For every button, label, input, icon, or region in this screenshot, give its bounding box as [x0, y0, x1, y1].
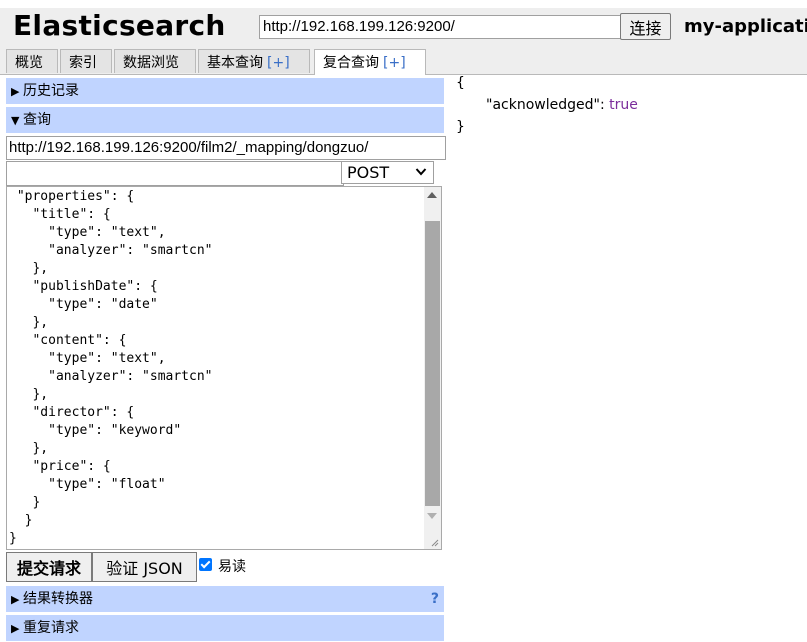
cluster-url-input[interactable]	[259, 15, 621, 39]
resize-grip-icon[interactable]	[429, 537, 439, 547]
request-body-editor[interactable]: "properties": { "title": { "type": "text…	[6, 186, 442, 550]
method-value: POST	[347, 163, 390, 182]
scroll-thumb[interactable]	[425, 221, 440, 506]
pretty-print-checkbox[interactable]	[199, 558, 212, 571]
tab-label: 概览	[15, 55, 43, 71]
help-link[interactable]: ?	[431, 586, 439, 612]
repeat-section-header[interactable]: ▶ 重复请求	[6, 615, 444, 641]
collapse-arrow-icon: ▼	[11, 114, 20, 127]
tab-label: 复合查询	[323, 55, 379, 71]
tab-add-link[interactable]: [+]	[383, 55, 406, 71]
request-body-text[interactable]: "properties": { "title": { "type": "text…	[9, 188, 213, 548]
cluster-name: my-application	[684, 16, 807, 37]
chevron-down-icon	[415, 162, 427, 189]
json-entry: "acknowledged": true	[456, 94, 638, 116]
tab-label: 基本查询	[207, 55, 263, 71]
app-title: Elasticsearch	[13, 9, 226, 42]
tab-overview[interactable]: 概览	[6, 49, 58, 73]
section-label: 查询	[23, 112, 51, 128]
json-brace: {	[456, 75, 465, 91]
history-section-header[interactable]: ▶ 历史记录	[6, 78, 444, 104]
tab-label: 数据浏览	[123, 55, 179, 71]
tab-bar: 概览 索引 数据浏览 基本查询 [+] 复合查询 [+]	[0, 46, 807, 75]
pretty-print-label: 易读	[218, 559, 246, 575]
scroll-down-icon[interactable]	[427, 513, 437, 519]
query-section-header[interactable]: ▼ 查询	[6, 107, 444, 133]
response-output: { "acknowledged": true }	[456, 72, 638, 138]
tab-compound-query[interactable]: 复合查询 [+]	[314, 49, 426, 75]
json-separator: :	[599, 97, 610, 113]
query-extra-input[interactable]	[6, 161, 344, 186]
expand-arrow-icon: ▶	[11, 593, 20, 606]
tab-label: 索引	[69, 55, 97, 71]
expand-arrow-icon: ▶	[11, 622, 20, 635]
tab-basic-query[interactable]: 基本查询 [+]	[198, 49, 310, 73]
editor-scrollbar[interactable]	[424, 187, 441, 549]
json-brace: }	[456, 119, 465, 135]
tab-indices[interactable]: 索引	[60, 49, 112, 73]
query-path-input[interactable]	[6, 136, 446, 160]
transformer-section-header[interactable]: ▶ 结果转换器 ?	[6, 586, 444, 612]
json-key: "acknowledged"	[486, 97, 600, 113]
scroll-up-icon[interactable]	[427, 192, 437, 198]
tab-browser[interactable]: 数据浏览	[114, 49, 196, 73]
submit-request-button[interactable]: 提交请求	[6, 552, 92, 582]
section-label: 结果转换器	[23, 591, 93, 607]
section-label: 历史记录	[23, 83, 79, 99]
connect-button[interactable]: 连接	[620, 13, 671, 40]
json-value: true	[609, 97, 638, 113]
expand-arrow-icon: ▶	[11, 85, 20, 98]
section-label: 重复请求	[23, 620, 79, 636]
method-select[interactable]: POST	[341, 161, 434, 184]
validate-json-button[interactable]: 验证 JSON	[92, 552, 197, 582]
tab-add-link[interactable]: [+]	[267, 55, 290, 71]
